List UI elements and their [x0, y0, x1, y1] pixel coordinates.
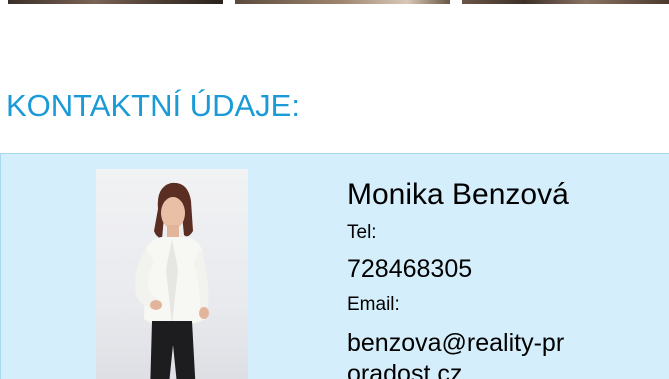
- gallery-thumbnail[interactable]: [462, 0, 669, 4]
- gallery-thumbnail[interactable]: [8, 0, 223, 4]
- email-address[interactable]: benzova@reality-proradost.cz: [347, 328, 577, 379]
- agent-portrait-image: [135, 182, 209, 379]
- agent-name: Monika Benzová: [347, 178, 569, 211]
- phone-number[interactable]: 728468305: [347, 255, 472, 284]
- contact-section-title: KONTAKTNÍ ÚDAJE:: [6, 88, 300, 123]
- agent-photo: [96, 169, 248, 379]
- phone-label: Tel:: [347, 222, 377, 243]
- photo-gallery: [0, 0, 669, 4]
- gallery-thumbnail[interactable]: [235, 0, 450, 4]
- page: KONTAKTNÍ ÚDAJE: Monika Benzová Tel: 728…: [0, 0, 669, 379]
- contact-card: Monika Benzová Tel: 728468305 Email: ben…: [0, 153, 669, 379]
- email-label: Email:: [347, 294, 400, 315]
